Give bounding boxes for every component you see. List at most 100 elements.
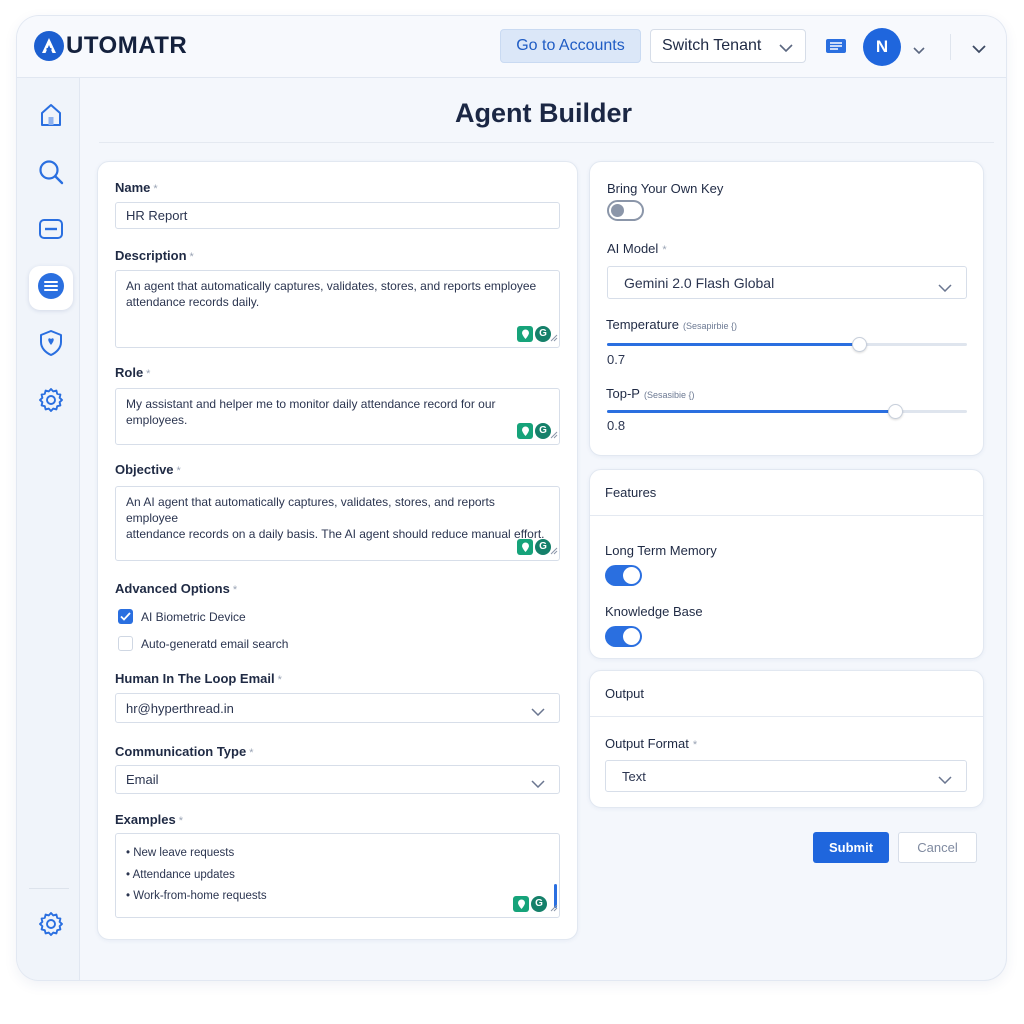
toggle-knob: [623, 628, 640, 645]
output-format-select[interactable]: Text: [605, 760, 967, 792]
description-line: attendance records daily.: [126, 295, 260, 309]
chevron-down-icon: [531, 776, 545, 791]
grammar-icon[interactable]: G: [531, 896, 547, 912]
sidebar-item-security[interactable]: [29, 323, 73, 367]
resize-handle-icon[interactable]: [550, 543, 558, 559]
location-pin-icon[interactable]: [513, 896, 529, 912]
example-item: • New leave requests: [126, 847, 235, 859]
minus-box-icon: [38, 217, 64, 246]
cancel-button[interactable]: Cancel: [898, 832, 977, 863]
title-divider: [99, 142, 994, 143]
chevron-down-icon[interactable]: [913, 42, 925, 60]
slider-thumb[interactable]: [888, 404, 903, 419]
examples-textarea[interactable]: • New leave requests • Attendance update…: [115, 833, 560, 918]
location-pin-icon[interactable]: [517, 326, 533, 342]
long-term-memory-toggle[interactable]: [605, 565, 642, 586]
assistant-badges: G: [517, 423, 551, 439]
communication-type-label: Communication Type *: [115, 744, 254, 759]
chevron-down-icon: [779, 40, 793, 58]
sidebar-item-bottom-settings[interactable]: [29, 904, 73, 948]
role-label: Role *: [115, 365, 151, 380]
ai-model-value: Gemini 2.0 Flash Global: [624, 274, 775, 291]
slider-fill: [607, 343, 859, 346]
top-p-label: Top-P (Sesasibie {): [606, 386, 695, 401]
location-pin-icon[interactable]: [517, 539, 533, 555]
ai-model-select[interactable]: Gemini 2.0 Flash Global: [607, 266, 967, 299]
name-input[interactable]: HR Report: [115, 202, 560, 229]
ai-model-label: AI Model *: [607, 241, 667, 256]
communication-type-value: Email: [126, 772, 159, 787]
role-text: My assistant and helper me to monitor da…: [126, 397, 496, 427]
sidebar-item-search[interactable]: [29, 152, 73, 196]
output-card: Output Output Format * Text: [589, 670, 984, 808]
examples-label: Examples *: [115, 812, 183, 827]
top-header: UTOMATR Go to Accounts Switch Tenant N: [17, 16, 1006, 78]
switch-tenant-select[interactable]: Switch Tenant: [650, 29, 806, 63]
slider-thumb[interactable]: [852, 337, 867, 352]
objective-textarea[interactable]: An AI agent that automatically captures,…: [115, 486, 560, 561]
resize-handle-icon[interactable]: [550, 427, 558, 443]
temperature-slider[interactable]: [607, 337, 967, 352]
checkbox-unchecked-icon[interactable]: [118, 636, 133, 651]
resize-handle-icon[interactable]: [550, 900, 558, 916]
sidebar-item-minus[interactable]: [29, 209, 73, 253]
option-ai-biometric[interactable]: AI Biometric Device: [118, 609, 246, 624]
hitl-email-label: Human In The Loop Email *: [115, 671, 282, 686]
name-label: Name *: [115, 180, 158, 195]
toggle-knob: [623, 567, 640, 584]
agent-form-card: Name * HR Report Description * An agent th…: [97, 161, 578, 940]
description-line: An agent that automatically captures, va…: [126, 279, 537, 293]
go-to-accounts-button[interactable]: Go to Accounts: [500, 29, 641, 63]
submit-button[interactable]: Submit: [813, 832, 889, 863]
features-card: Features Long Term Memory Knowledge Base: [589, 469, 984, 659]
output-format-value: Text: [622, 768, 646, 784]
description-textarea[interactable]: An agent that automatically captures, va…: [115, 270, 560, 348]
option-auto-email[interactable]: Auto-generatd email search: [118, 636, 288, 651]
long-term-memory-label: Long Term Memory: [605, 543, 717, 558]
advanced-options-label: Advanced Options *: [115, 581, 238, 596]
top-p-value: 0.8: [607, 418, 626, 433]
output-title: Output: [590, 671, 983, 717]
sidebar-item-agents[interactable]: [29, 266, 73, 310]
app-window: UTOMATR Go to Accounts Switch Tenant N A…: [17, 16, 1006, 980]
assistant-badges: G: [517, 326, 551, 342]
role-textarea[interactable]: My assistant and helper me to monitor da…: [115, 388, 560, 445]
resize-handle-icon[interactable]: [550, 330, 558, 346]
hitl-email-select[interactable]: hr@hyperthread.in: [115, 693, 560, 723]
list-icon: [37, 272, 65, 305]
byok-toggle[interactable]: [607, 200, 644, 221]
objective-line: An AI agent that automatically captures,…: [126, 495, 495, 525]
brand-name: UTOMATR: [66, 32, 188, 59]
chevron-down-icon: [531, 704, 545, 719]
message-icon[interactable]: [825, 38, 847, 61]
example-item: • Attendance updates: [126, 868, 235, 881]
byok-label: Bring Your Own Key: [607, 181, 724, 196]
chevron-down-icon[interactable]: [972, 41, 986, 59]
page-title: Agent Builder: [454, 98, 632, 128]
sidebar-item-home[interactable]: [29, 95, 73, 139]
grammar-icon[interactable]: G: [535, 326, 551, 342]
toggle-knob: [611, 204, 624, 217]
output-format-label: Output Format *: [605, 736, 698, 751]
knowledge-base-toggle[interactable]: [605, 626, 642, 647]
communication-type-select[interactable]: Email: [115, 765, 560, 794]
chevron-down-icon: [938, 772, 952, 787]
top-p-slider[interactable]: [607, 404, 967, 419]
grammar-icon[interactable]: G: [535, 423, 551, 439]
option-label: AI Biometric Device: [141, 609, 246, 624]
header-divider: [950, 34, 951, 60]
gear-icon: [37, 910, 65, 943]
grammar-icon[interactable]: G: [535, 539, 551, 555]
objective-label: Objective *: [115, 462, 181, 477]
brand-logo[interactable]: UTOMATR: [34, 31, 187, 61]
checkbox-checked-icon[interactable]: [118, 609, 133, 624]
example-item: • Work-from-home requests: [126, 890, 267, 902]
gear-icon: [37, 386, 65, 419]
sidebar-item-settings[interactable]: [29, 380, 73, 424]
switch-tenant-label: Switch Tenant: [662, 37, 762, 54]
user-avatar[interactable]: N: [863, 28, 901, 66]
location-pin-icon[interactable]: [517, 423, 533, 439]
knowledge-base-label: Knowledge Base: [605, 604, 703, 619]
search-icon: [37, 158, 65, 191]
assistant-badges: G: [513, 896, 547, 912]
